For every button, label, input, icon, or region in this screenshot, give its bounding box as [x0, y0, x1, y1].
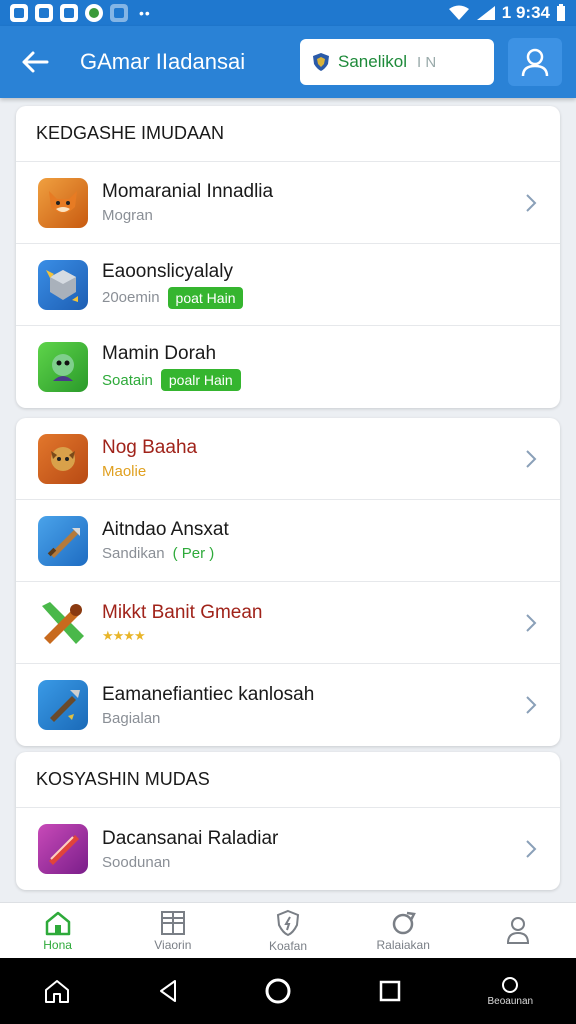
nav-profile[interactable] [461, 903, 576, 958]
back-arrow-icon [22, 51, 49, 73]
list-item[interactable]: Momaranial Innadlia Mogran [16, 162, 560, 244]
search-value: Sanelikol [338, 52, 407, 71]
goblin-icon [38, 342, 88, 392]
notification-icons: •• [10, 4, 151, 22]
gem-icon [38, 824, 88, 874]
item-subtitle: Soatain poalr Hain [102, 369, 241, 391]
profile-icon [507, 916, 530, 944]
list-item[interactable]: Nog Baaha Maolie [16, 418, 560, 500]
more-notifications-icon: •• [139, 5, 151, 21]
item-name: Nog Baaha [102, 437, 198, 458]
item-name: Eaoonslicyalaly [102, 260, 233, 282]
home-icon [45, 911, 70, 935]
user-icon [521, 48, 549, 77]
item-subtitle: Mogran [102, 207, 153, 224]
status-badge: poat Hain [167, 286, 244, 309]
status-badge: poalr Hain [160, 369, 241, 391]
status-bar: •• 1 9:34 [0, 0, 576, 26]
system-extra-label: Beoaunan [487, 995, 534, 1007]
nav-shield[interactable]: Koafan [230, 903, 345, 958]
item-name: Momaranial Innadlia [102, 181, 274, 202]
refresh-icon [392, 911, 417, 934]
battery-icon [557, 4, 565, 21]
profile-button[interactable] [508, 38, 562, 86]
item-name: Mikkt Banit Gmean [102, 601, 263, 623]
star-rating: ★★★★ [102, 627, 146, 643]
shield-icon [313, 53, 329, 71]
section-title: KEDGASHE IMUDAAN [16, 106, 560, 162]
wifi-icon [448, 5, 469, 20]
list-item[interactable]: Eamanefiantiec kanlosah Bagialan [16, 664, 560, 746]
chevron-right-icon [526, 613, 537, 632]
nav-label: Ralaiakan [376, 937, 430, 952]
search-cursor: I N [417, 53, 437, 71]
list-item[interactable]: Aitndao Ansxat Sandikan( Per ) [16, 500, 560, 582]
shield-icon [276, 909, 300, 936]
system-home-button[interactable] [43, 978, 71, 1004]
notification-app-icon [60, 4, 78, 22]
notification-app-icon [110, 4, 128, 22]
system-recents-button[interactable] [378, 979, 402, 1003]
dagger-icon [38, 680, 88, 730]
system-back-button[interactable] [157, 978, 179, 1004]
nav-label: Koafan [268, 938, 308, 953]
list-item[interactable]: Eaoonslicyalaly 20oemin poat Hain [16, 244, 560, 326]
signal-icon [476, 6, 495, 20]
section-card: Nog Baaha Maolie Aitndao Ansxat Sandikan… [16, 418, 560, 746]
item-name: Dacansanai Raladiar [102, 827, 279, 849]
nav-home[interactable]: Hona [0, 903, 115, 958]
chevron-right-icon [526, 449, 537, 468]
item-name: Eamanefiantiec kanlosah [102, 683, 315, 705]
nav-label: Viaorin [154, 937, 192, 952]
recents-icon [379, 980, 401, 1002]
list-item[interactable]: Mamin Dorah Soatain poalr Hain [16, 326, 560, 408]
item-name: Aitndao Ansxat [102, 519, 229, 540]
bottom-navigation: Hona Viaorin Koafan Ralaiakan [0, 902, 576, 958]
system-navigation-bar: Beoaunan [0, 958, 576, 1024]
cube-icon [38, 259, 88, 310]
item-name: Mamin Dorah [102, 343, 217, 364]
back-button[interactable] [0, 26, 70, 98]
system-extra-button[interactable]: Beoaunan [487, 976, 534, 1007]
home-icon [44, 980, 69, 1003]
chevron-right-icon [526, 840, 537, 858]
list-item[interactable]: Mikkt Banit Gmean ★★★★ [16, 582, 560, 664]
chevron-right-icon [526, 696, 537, 714]
notification-app-icon [10, 4, 28, 22]
monster-icon [38, 433, 88, 484]
notification-app-icon [85, 4, 103, 22]
status-right: 1 9:34 [448, 3, 566, 23]
item-subtitle: 20oemin poat Hain [102, 286, 244, 309]
nav-label: Hona [43, 937, 72, 952]
nav-refresh[interactable]: Ralaiakan [346, 903, 461, 958]
notification-app-icon [35, 4, 53, 22]
nav-grid[interactable]: Viaorin [115, 903, 230, 958]
fox-icon [38, 177, 88, 228]
section-card: KEDGASHE IMUDAAN Momaranial Innadlia Mog… [16, 106, 560, 408]
back-triangle-icon [159, 980, 176, 1002]
list-item[interactable]: Dacansanai Raladiar Soodunan [16, 808, 560, 890]
item-subtitle: Sandikan( Per ) [102, 545, 215, 562]
item-subtitle: ★★★★ [102, 628, 263, 644]
hammer-icon [38, 598, 88, 648]
section-title: KOSYASHIN MUDAS [16, 752, 560, 808]
app-bar: GAmar IIadansai Sanelikol I N [0, 26, 576, 98]
section-card: KOSYASHIN MUDAS Dacansanai Raladiar Sood… [16, 752, 560, 890]
grid-icon [160, 910, 185, 935]
system-circle-home-button[interactable] [264, 977, 292, 1005]
assistant-icon [502, 976, 519, 993]
page-title: GAmar IIadansai [80, 49, 246, 74]
sword-icon [38, 515, 88, 566]
circle-home-icon [265, 978, 291, 1004]
search-input[interactable]: Sanelikol I N [300, 39, 494, 85]
chevron-right-icon [526, 193, 537, 212]
status-time: 1 9:34 [501, 3, 550, 22]
item-subtitle: Maolie [102, 463, 147, 480]
item-subtitle: Bagialan [102, 709, 161, 727]
item-subtitle: Soodunan [102, 853, 171, 871]
